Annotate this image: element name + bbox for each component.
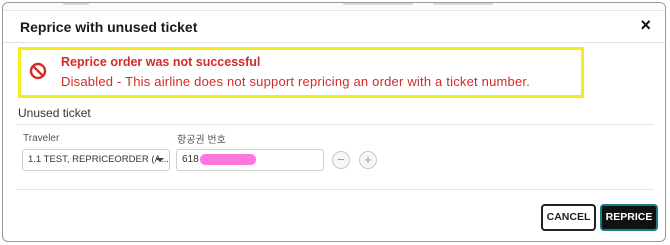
cancel-button[interactable]: CANCEL [541,204,596,231]
dialog-title: Reprice with unused ticket [20,19,198,35]
traveler-select-value: 1.1 TEST, REPRICEORDER (A... [28,154,169,165]
prohibited-icon [29,62,47,80]
alert-title: Reprice order was not successful [61,55,261,69]
error-alert: Reprice order was not successful Disable… [18,47,584,98]
close-icon[interactable]: × [640,15,651,35]
unused-ticket-panel: Traveler 1.1 TEST, REPRICEORDER (A... 항공… [16,124,654,190]
add-ticket-button[interactable]: + [359,151,377,169]
reprice-button[interactable]: REPRICE [600,204,658,231]
unused-ticket-heading: Unused ticket [18,106,91,120]
chevron-down-icon [156,158,164,162]
redacted-ticket-digits [199,153,256,165]
ticket-number-input[interactable]: 618 [176,149,324,171]
dialog-header: Reprice with unused ticket × [3,10,665,43]
remove-ticket-button[interactable]: − [332,151,350,169]
ticket-number-value: 618 [182,154,199,165]
reprice-dialog: Reprice with unused ticket × Reprice ord… [2,2,666,242]
traveler-label: Traveler [23,133,60,144]
ticket-number-label: 항공권 번호 [177,135,226,146]
traveler-select[interactable]: 1.1 TEST, REPRICEORDER (A... [22,149,170,171]
alert-message: Disabled - This airline does not support… [61,74,531,89]
